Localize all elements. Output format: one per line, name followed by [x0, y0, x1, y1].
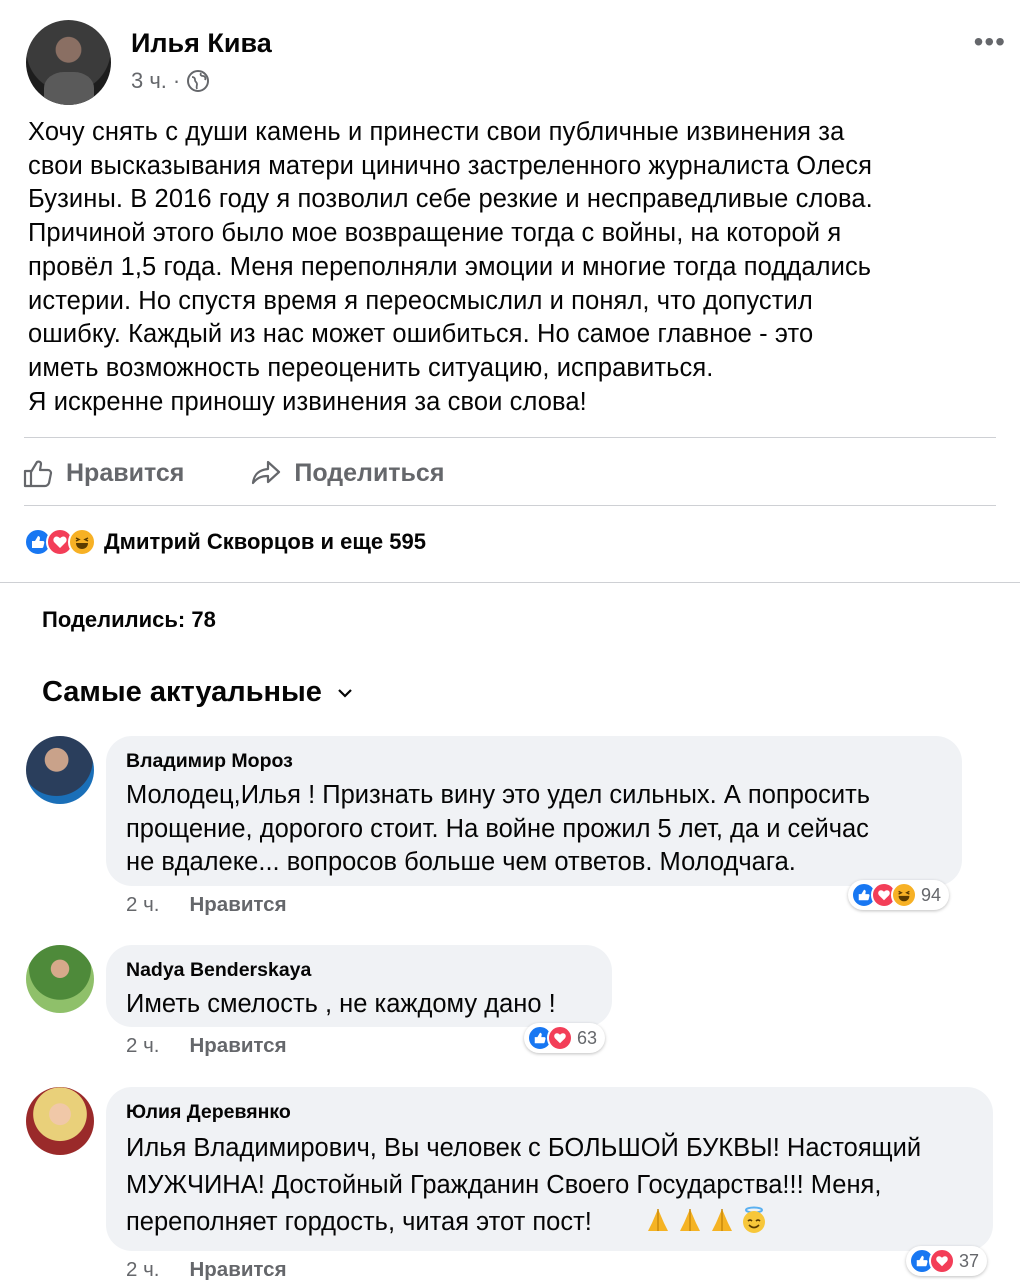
comment-reaction-count: 63: [577, 1027, 598, 1048]
haha-reaction-icon: [68, 528, 96, 556]
commenter-name[interactable]: Nadya Benderskaya: [126, 959, 592, 982]
comment-item: Владимир Мороз Молодец,Илья ! Признать в…: [26, 736, 986, 921]
comment-item: Юлия Деревянко Илья Владимирович, Вы чел…: [26, 1087, 1006, 1280]
chevron-down-icon: [338, 688, 352, 698]
love-reaction-icon: [929, 1248, 955, 1274]
post-time[interactable]: 3 ч.: [131, 68, 167, 94]
comment-emoji-row: [640, 1206, 768, 1234]
pray-emoji-icon: [648, 1209, 668, 1231]
comment-reaction-icons: [909, 1248, 955, 1274]
divider-middle: [24, 505, 996, 506]
comment-like-button[interactable]: Нравится: [189, 893, 286, 917]
more-icon[interactable]: •••: [974, 26, 1006, 58]
post-reactions[interactable]: Дмитрий Скворцов и еще 595: [24, 528, 426, 556]
share-icon: [252, 460, 281, 485]
share-count[interactable]: Поделились: 78: [42, 607, 216, 633]
comment-meta: 2 ч. Нравится: [126, 893, 287, 917]
post-header: Илья Кива 3 ч. · •••: [26, 20, 1006, 110]
comment-reaction-icons: [851, 882, 917, 908]
comment-reactions[interactable]: 63: [524, 1023, 606, 1053]
comment-item: Nadya Benderskaya Иметь смелость , не ка…: [26, 945, 626, 1065]
comment-reactions[interactable]: 94: [848, 880, 950, 910]
comment-reaction-count: 94: [921, 884, 942, 905]
comment-reaction-icons: [527, 1025, 573, 1051]
divider-section: [0, 582, 1020, 583]
like-label: Нравится: [66, 458, 185, 487]
post-author-name[interactable]: Илья Кива: [131, 28, 272, 59]
share-label: Поделиться: [294, 458, 445, 487]
comment-bubble: Юлия Деревянко Илья Владимирович, Вы чел…: [106, 1087, 993, 1251]
post-body-text: Хочу снять с души камень и принести свои…: [28, 118, 873, 416]
comment-meta: 2 ч. Нравится: [126, 1258, 287, 1280]
sort-label: Самые актуальные: [42, 676, 322, 708]
commenter-avatar[interactable]: [26, 945, 94, 1013]
comment-text: Иметь смелость , не каждому дано !: [126, 990, 556, 1018]
comment-text: Молодец,Илья ! Признать вину это удел си…: [126, 781, 871, 876]
comment-text: Илья Владимирович, Вы человек с БОЛЬШОЙ …: [126, 1134, 922, 1236]
commenter-name[interactable]: Юлия Деревянко: [126, 1101, 973, 1124]
commenter-avatar[interactable]: [26, 1087, 94, 1155]
share-button[interactable]: Поделиться: [250, 457, 444, 489]
post-meta: 3 ч. ·: [131, 68, 210, 94]
comment-text-wrap: Илья Владимирович, Вы человек с БОЛЬШОЙ …: [126, 1130, 973, 1241]
globe-icon: [187, 70, 210, 92]
commenter-avatar[interactable]: [26, 736, 94, 804]
reactors-summary[interactable]: Дмитрий Скворцов и еще 595: [104, 529, 426, 555]
comment-meta: 2 ч. Нравится: [126, 1034, 287, 1058]
reaction-icons: [24, 528, 96, 556]
comment-bubble: Владимир Мороз Молодец,Илья ! Признать в…: [106, 736, 962, 886]
comment-reaction-count: 37: [959, 1250, 980, 1271]
pray-emoji-icon: [680, 1209, 700, 1231]
comment-time[interactable]: 2 ч.: [126, 893, 159, 917]
divider-top: [24, 437, 996, 438]
pray-emoji-icon: [712, 1209, 732, 1231]
comment-time[interactable]: 2 ч.: [126, 1034, 159, 1058]
love-reaction-icon: [547, 1025, 573, 1051]
comment-reactions[interactable]: 37: [906, 1246, 988, 1276]
comment-like-button[interactable]: Нравится: [189, 1258, 286, 1280]
like-button[interactable]: Нравится: [22, 457, 184, 489]
comment-like-button[interactable]: Нравится: [189, 1034, 286, 1058]
commenter-name[interactable]: Владимир Мороз: [126, 750, 942, 773]
meta-separator: ·: [172, 68, 181, 93]
post-actions: Нравится Поделиться: [22, 448, 444, 498]
comments-sort-dropdown[interactable]: Самые актуальные: [42, 676, 354, 709]
comment-bubble: Nadya Benderskaya Иметь смелость , не ка…: [106, 945, 612, 1027]
like-icon: [23, 460, 53, 488]
author-avatar[interactable]: [26, 20, 111, 105]
comment-time[interactable]: 2 ч.: [126, 1258, 159, 1280]
smiling-halo-emoji-icon: [743, 1206, 765, 1233]
haha-reaction-icon: [891, 882, 917, 908]
